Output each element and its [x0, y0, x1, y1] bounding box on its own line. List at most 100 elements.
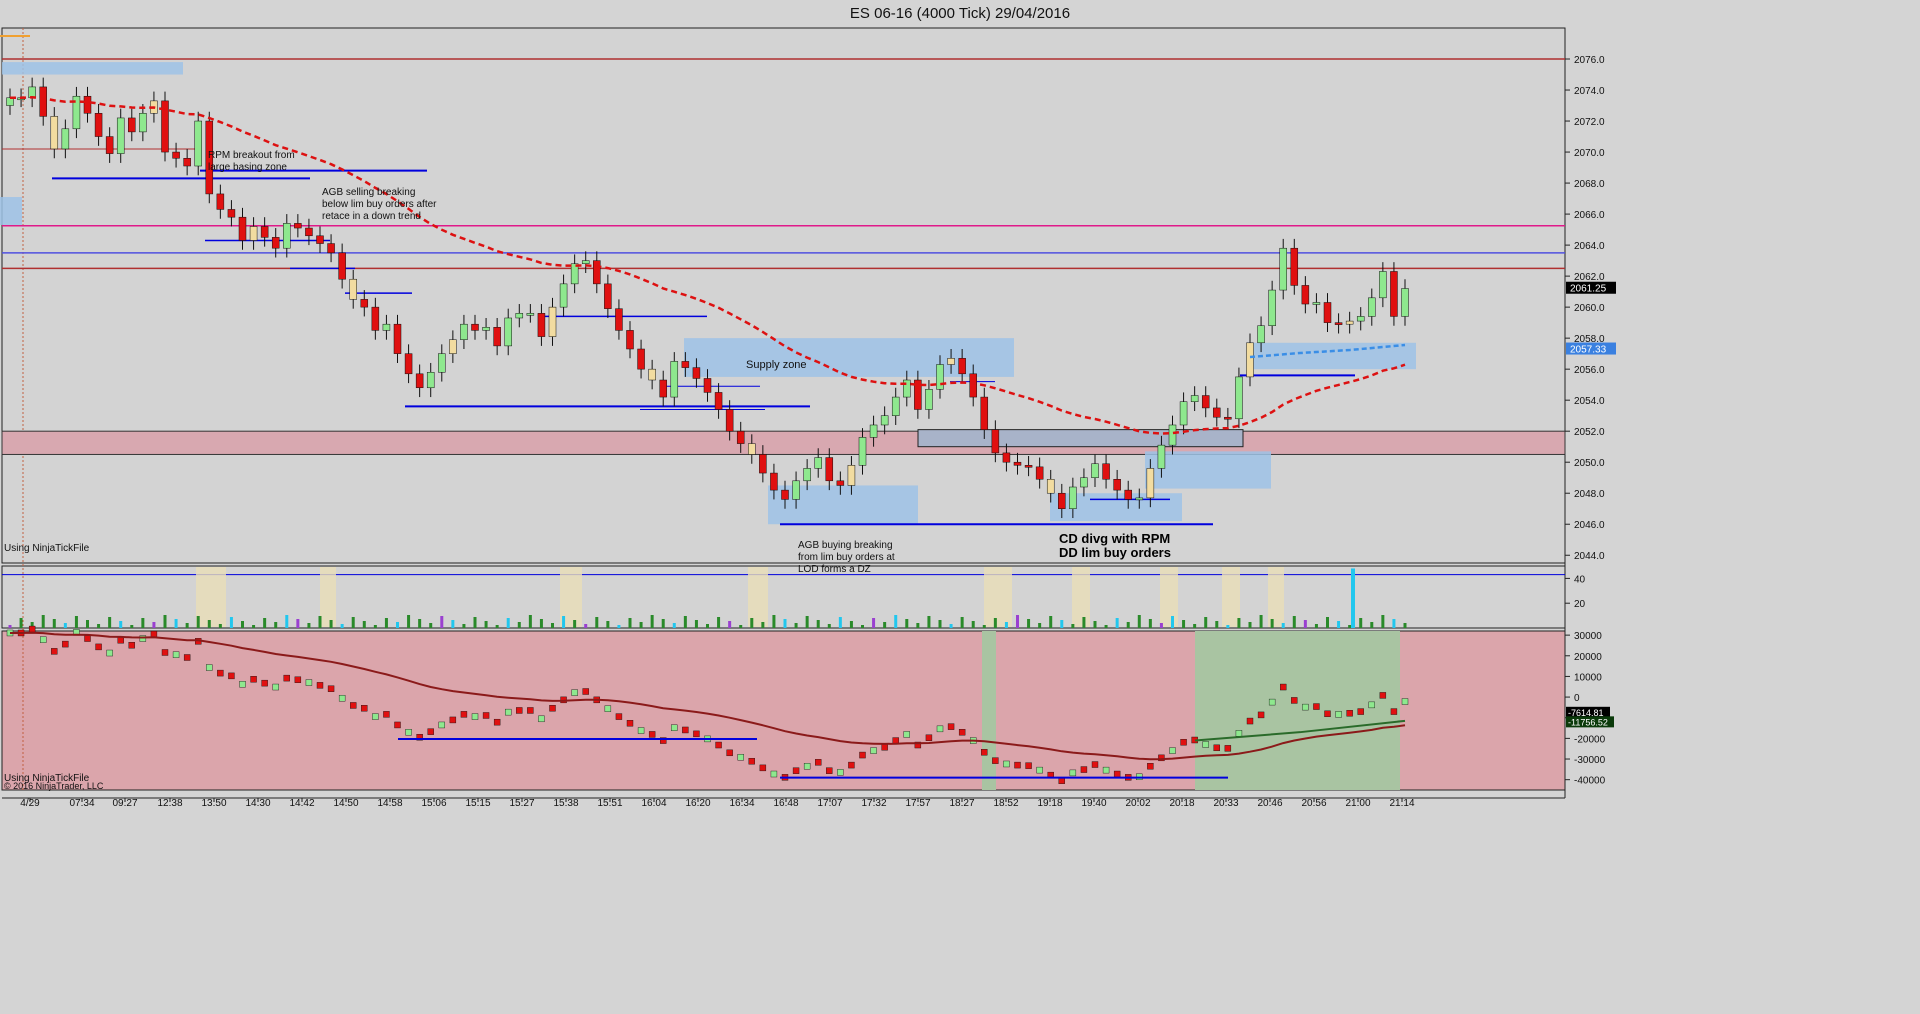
candle-body — [183, 158, 191, 167]
delta-candle — [759, 764, 767, 772]
delta-candle — [327, 685, 335, 692]
volume-bar — [849, 621, 853, 628]
candle-body — [825, 457, 834, 482]
volume-bar — [495, 625, 499, 628]
delta-bullish-strip — [982, 631, 996, 790]
volume-bar — [329, 620, 333, 628]
candle-body — [194, 120, 202, 167]
delta-candle — [1224, 745, 1232, 752]
candle-body — [1201, 395, 1210, 409]
volume-bar — [750, 618, 754, 628]
delta-candle — [992, 757, 999, 764]
delta-tick-label: -40000 — [1574, 776, 1606, 787]
delta-candle — [1014, 761, 1021, 769]
volume-bar — [19, 618, 23, 628]
delta-tick-label: 0 — [1574, 693, 1580, 704]
delta-candle — [84, 635, 91, 642]
candle-body — [670, 361, 679, 398]
delta-badge-b-label: -11756.52 — [1568, 717, 1608, 727]
volume-bar — [883, 622, 887, 628]
volume-bar — [396, 622, 399, 628]
delta-tick-label: -30000 — [1574, 755, 1606, 766]
volume-bar — [551, 623, 554, 628]
candle-body — [1268, 289, 1276, 326]
volume-bar — [130, 625, 134, 628]
volume-bar — [683, 616, 687, 628]
delta-candle — [671, 724, 678, 731]
volume-bar — [1004, 622, 1008, 628]
delta-candle — [1324, 710, 1331, 718]
annotation-rpm-breakout: large basing zone — [208, 162, 287, 173]
volume-bar — [52, 619, 56, 628]
delta-candle — [106, 649, 113, 657]
delta-candle — [693, 730, 700, 738]
volume-bar — [207, 620, 211, 628]
volume-bar — [384, 618, 388, 628]
volume-bar — [8, 625, 12, 628]
delta-candle — [228, 672, 235, 680]
volume-bar — [573, 620, 577, 628]
volume-bar — [794, 623, 798, 628]
candle-body — [891, 396, 900, 416]
candle-body — [249, 226, 258, 241]
time-tick-label: 20:02 — [1125, 798, 1150, 809]
delta-candle — [338, 694, 346, 702]
time-tick-label: 18:52 — [993, 798, 1018, 809]
delta-candle — [1091, 761, 1099, 768]
delta-candle — [726, 749, 733, 757]
price-tick-label: 2044.0 — [1574, 551, 1605, 562]
delta-candle — [947, 723, 955, 730]
price-tick-label: 2050.0 — [1574, 458, 1605, 469]
volume-bar — [805, 616, 809, 628]
volume-bar — [661, 619, 665, 628]
time-tick-label: 15:27 — [509, 798, 534, 809]
time-tick-label: 18:27 — [949, 798, 974, 809]
volume-bar — [761, 622, 765, 628]
chart-window: ES 06-16 (4000 Tick) 29/04/2016 2044.0 20… — [0, 0, 1920, 1014]
delta-candle — [1180, 739, 1187, 746]
delta-candle — [1268, 698, 1276, 706]
candle-body — [294, 223, 302, 229]
volume-bar — [949, 624, 953, 628]
candle-body — [238, 216, 247, 241]
volume-highlight — [1268, 567, 1284, 627]
price-tick-label: 2052.0 — [1574, 427, 1605, 438]
volume-bar — [1326, 617, 1329, 628]
delta-candle — [549, 705, 556, 712]
candle-body — [1213, 407, 1221, 418]
delta-candle — [505, 708, 512, 716]
volume-bar — [1281, 623, 1285, 628]
volume-bar — [628, 618, 632, 628]
delta-candle — [837, 769, 844, 776]
delta-candle — [803, 763, 811, 770]
time-tick-label: 15:15 — [465, 798, 490, 809]
ma-price-label: 2057.33 — [1570, 345, 1607, 356]
price-tick-label: 2074.0 — [1574, 86, 1605, 97]
candle-body — [947, 358, 955, 365]
time-tick-label: 16:48 — [773, 798, 798, 809]
time-tick-label: 16:34 — [729, 798, 754, 809]
volume-bar — [1381, 615, 1385, 628]
delta-candle — [903, 731, 910, 738]
volume-bar — [274, 622, 278, 628]
volume-bar — [1259, 615, 1263, 628]
delta-candle — [283, 674, 290, 682]
volume-bar — [539, 619, 543, 628]
volume-tick-label: 40 — [1574, 574, 1586, 585]
candle-body — [482, 327, 490, 331]
time-tick-label: 21:00 — [1345, 798, 1370, 809]
candle-body — [105, 136, 114, 154]
candle-body — [537, 313, 546, 337]
candle-body — [1179, 401, 1188, 426]
candle-body — [94, 113, 103, 137]
delta-candle — [936, 725, 944, 733]
delta-candle — [770, 770, 778, 778]
chart-canvas[interactable]: 2044.0 2046.0 2048.0 2050.0 2052.0 2054.0 2056… — [0, 0, 1920, 1014]
volume-bar — [41, 615, 45, 628]
volume-bar — [783, 619, 787, 628]
candle-body — [637, 348, 645, 370]
volume-bar — [872, 618, 876, 628]
candle-body — [139, 113, 147, 133]
delta-candle — [438, 721, 445, 729]
delta-candle — [482, 712, 490, 719]
